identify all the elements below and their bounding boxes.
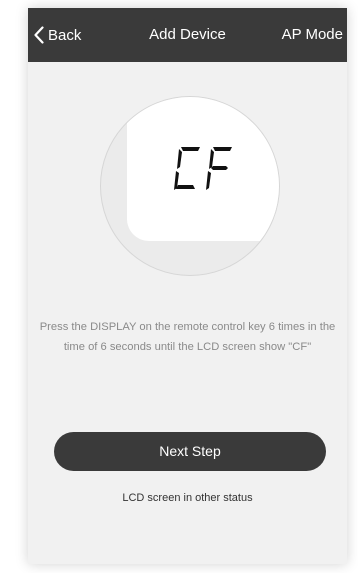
ap-mode-button[interactable]: AP Mode — [282, 26, 343, 43]
lcd-segment-display — [174, 147, 232, 190]
instruction-text: Press the DISPLAY on the remote control … — [39, 321, 336, 353]
app-screen: Back Add Device AP Mode Press the DISPLA… — [28, 8, 347, 564]
next-step-button[interactable]: Next Step — [54, 432, 326, 471]
lcd-illustration — [100, 96, 280, 276]
navigation-bar: Back Add Device AP Mode — [28, 8, 347, 62]
device-frame: Back Add Device AP Mode Press the DISPLA… — [0, 0, 358, 573]
lcd-digit-c — [174, 147, 200, 190]
lcd-digit-f — [206, 147, 232, 190]
lcd-screen — [127, 97, 279, 241]
other-status-link[interactable]: LCD screen in other status — [28, 492, 347, 504]
